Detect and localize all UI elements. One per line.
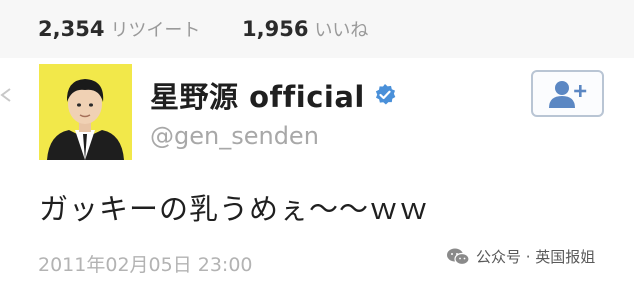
like-stat[interactable]: 1,956 いいね bbox=[242, 16, 368, 42]
watermark-text: 公众号 · 英国报姐 bbox=[476, 248, 596, 266]
tweet-text: ガッキーの乳うめぇ〜〜ｗｗ bbox=[39, 192, 430, 226]
follow-button[interactable] bbox=[531, 70, 604, 117]
retweet-label: リツイート bbox=[110, 20, 201, 41]
chevron-left-icon bbox=[0, 88, 11, 102]
author-name-row[interactable]: 星野源 official bbox=[150, 74, 397, 116]
retweet-count: 2,354 bbox=[38, 17, 105, 41]
wechat-icon bbox=[447, 248, 470, 265]
display-name[interactable]: 星野源 official bbox=[150, 74, 365, 116]
avatar[interactable] bbox=[39, 64, 132, 160]
tweet-stats-bar: 2,354 リツイート 1,956 いいね bbox=[0, 0, 634, 59]
tweet-timestamp[interactable]: 2011年02月05日 23:00 bbox=[38, 250, 253, 277]
add-user-icon bbox=[548, 80, 586, 108]
like-label: いいね bbox=[314, 20, 369, 41]
like-count: 1,956 bbox=[242, 17, 309, 41]
watermark: 公众号 · 英国报姐 bbox=[446, 246, 595, 267]
verified-badge-icon bbox=[375, 84, 396, 105]
user-handle[interactable]: @gen_senden bbox=[150, 122, 319, 150]
retweet-stat[interactable]: 2,354 リツイート bbox=[38, 16, 200, 42]
